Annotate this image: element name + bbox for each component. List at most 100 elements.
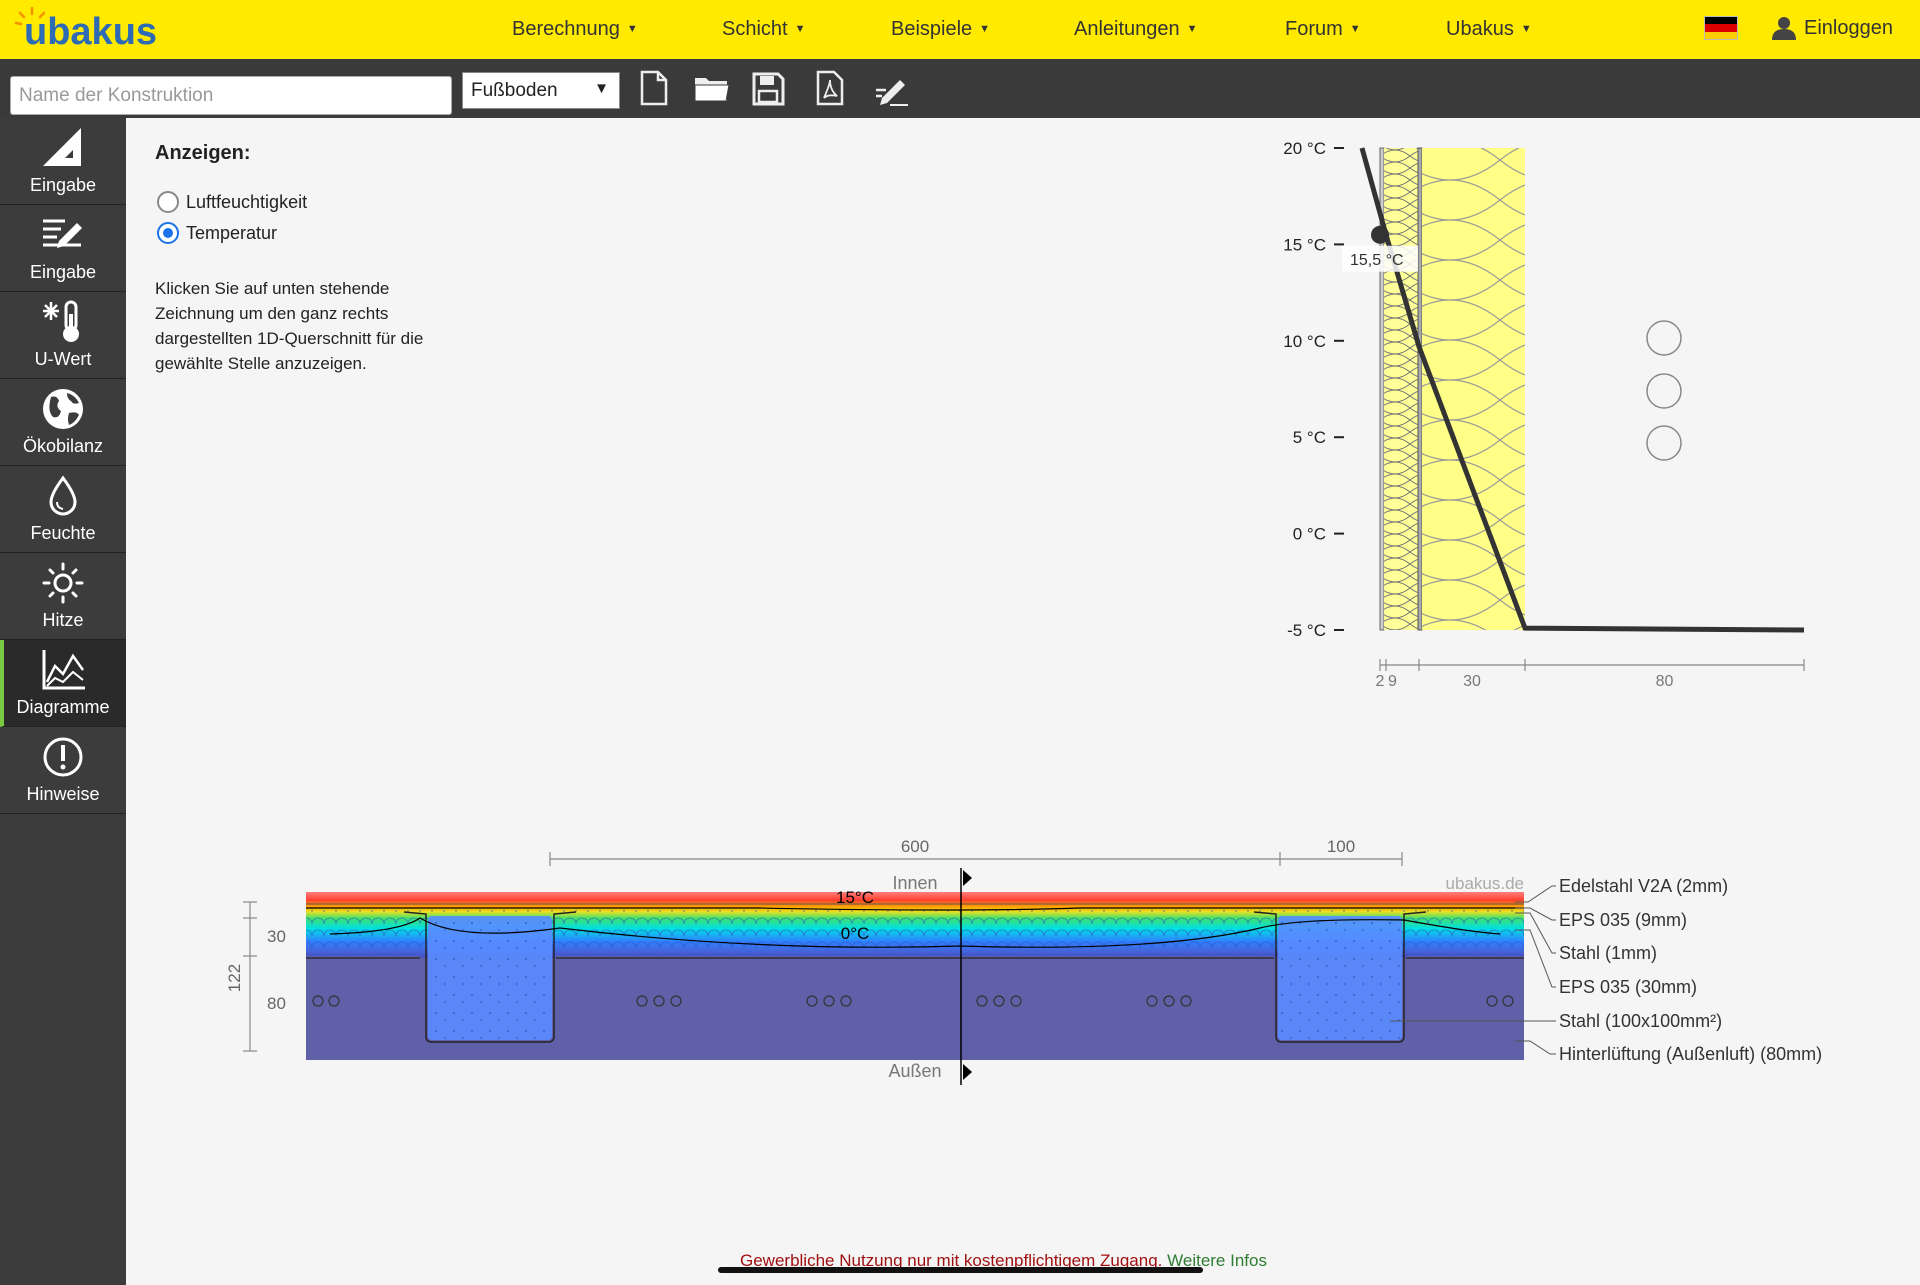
new-file-icon[interactable]: [636, 70, 672, 108]
zoom-button-2[interactable]: [1646, 373, 1682, 409]
layer-thickness-label: 9: [1388, 673, 1397, 690]
edit-icon[interactable]: [872, 70, 912, 108]
sidebar-item-label: Hinweise: [26, 784, 100, 804]
radio-label: Luftfeuchtigkeit: [186, 191, 308, 212]
section-cursor-bottom-handle[interactable]: [963, 1064, 972, 1080]
caret-down-icon: ▼: [1520, 23, 1532, 35]
user-icon: [1772, 17, 1796, 40]
sidebar-item-u-wert[interactable]: U-Wert: [0, 292, 126, 379]
sidebar-item-label: Feuchte: [30, 523, 96, 543]
steel-beam-right-texture: [1278, 916, 1402, 1040]
pdf-icon[interactable]: [812, 70, 848, 108]
section-cursor-top-handle[interactable]: [963, 870, 972, 886]
nav-schicht[interactable]: Schicht ▼: [722, 18, 805, 41]
dimension-100: 100: [1327, 837, 1355, 856]
sidebar-item-hitze[interactable]: Hitze: [0, 553, 126, 640]
droplet-icon: [49, 475, 77, 516]
logo-text: ubakus: [24, 11, 157, 53]
login-label: Einloggen: [1804, 16, 1893, 39]
nav-forum[interactable]: Forum ▼: [1285, 18, 1361, 41]
chevron-down-icon: ▼: [594, 80, 609, 97]
y-tick-label: 5 °C: [1293, 428, 1326, 447]
sidebar-item-label: Ökobilanz: [22, 436, 104, 456]
thermometer-snowflake-icon: [43, 300, 79, 342]
nav-anleitungen[interactable]: Anleitungen ▼: [1074, 18, 1198, 41]
open-folder-icon[interactable]: [692, 70, 732, 108]
radio-button[interactable]: [157, 191, 179, 213]
top-navigation-bar: ubakus Berechnung ▼ Schicht ▼ Beispiele ▼ A…: [0, 0, 1920, 59]
radio-temperatur[interactable]: Temperatur: [157, 222, 277, 244]
layer-thickness-label: 30: [1463, 673, 1481, 690]
sidebar-item-hinweise[interactable]: Hinweise: [0, 727, 126, 814]
steel-beam-left-texture: [428, 916, 552, 1040]
layer-thickness-label: 2: [1376, 673, 1385, 690]
zoom-button-1[interactable]: [1646, 320, 1682, 356]
isotherm-15-label: 15°C: [836, 888, 874, 907]
y-tick-label: 15 °C: [1283, 235, 1326, 254]
exclamation-icon: [43, 737, 83, 777]
y-tick-label: 0 °C: [1293, 525, 1326, 544]
layer-label-eps-30mm[interactable]: EPS 035 (30mm): [1559, 977, 1697, 997]
caret-down-icon: ▼: [979, 23, 991, 35]
y-tick-label: 20 °C: [1283, 139, 1326, 158]
dimension-600: 600: [901, 837, 929, 856]
layer-eps-9mm-hatch: [1384, 148, 1418, 630]
globe-icon: [43, 389, 83, 429]
sidebar-item-oekobilanz[interactable]: Ökobilanz: [0, 379, 126, 466]
sidebar-item-label: Eingabe: [29, 175, 97, 195]
dimension-30: 30: [267, 927, 286, 946]
sidebar-item-feuchte[interactable]: Feuchte: [0, 466, 126, 553]
outside-label: Außen: [888, 1061, 941, 1081]
home-indicator-bar: [718, 1267, 1203, 1273]
display-options-title: Anzeigen:: [155, 142, 251, 164]
layer-edit-icon: [43, 219, 82, 248]
radio-luftfeuchtigkeit[interactable]: Luftfeuchtigkeit: [157, 191, 307, 213]
isotherm-0-label: 0°C: [841, 924, 870, 943]
sidebar-item-label: Hitze: [42, 610, 84, 630]
construction-name-input[interactable]: [10, 76, 452, 115]
y-axis-ticks: 20 °C 15 °C 10 °C 5 °C 0 °C -5 °C: [1283, 139, 1344, 640]
nav-ubakus[interactable]: Ubakus ▼: [1446, 18, 1532, 41]
german-flag-icon[interactable]: [1704, 16, 1738, 40]
zoom-button-3[interactable]: [1646, 425, 1682, 461]
layer-steel-1mm: [1417, 147, 1423, 631]
temperature-marker[interactable]: [1371, 225, 1389, 244]
caret-down-icon: ▼: [794, 23, 806, 35]
sidebar-item-label: U-Wert: [34, 349, 92, 369]
y-tick-label: -5 °C: [1287, 621, 1326, 640]
layer-label-hinterlueftung[interactable]: Hinterlüftung (Außenluft) (80mm): [1559, 1044, 1822, 1064]
sidebar-item-label: Diagramme: [16, 697, 110, 717]
caret-down-icon: ▼: [626, 23, 638, 35]
dimension-80: 80: [267, 994, 286, 1013]
layer-label-stahl-1mm[interactable]: Stahl (1mm): [1559, 943, 1657, 963]
watermark: ubakus.de: [1446, 874, 1524, 893]
sidebar: Eingabe Eingabe U-Wert Ökobilanz Feuchte…: [0, 118, 126, 1285]
layer-thickness-label: 80: [1656, 673, 1674, 690]
construction-type-select[interactable]: Fußboden ▼: [462, 72, 620, 109]
left-dimension-lines: [243, 901, 257, 1052]
chart-icon: [42, 650, 85, 690]
login-button[interactable]: Einloggen: [1772, 16, 1893, 40]
layer-label-stahl-profile[interactable]: Stahl (100x100mm²): [1559, 1011, 1722, 1031]
ubakus-logo[interactable]: ubakus: [10, 4, 190, 54]
caret-down-icon: ▼: [1349, 23, 1361, 35]
layer-label-edelstahl[interactable]: Edelstahl V2A (2mm): [1559, 876, 1728, 896]
sun-icon: [42, 562, 84, 604]
save-icon[interactable]: [750, 70, 786, 108]
sidebar-item-eingabe-1[interactable]: Eingabe: [0, 118, 126, 205]
temperature-profile-chart[interactable]: 20 °C 15 °C 10 °C 5 °C 0 °C -5 °C 2 9 30 80 15,5…: [1270, 130, 1830, 690]
sidebar-item-label: Eingabe: [29, 262, 97, 282]
sidebar-item-eingabe-2[interactable]: Eingabe: [0, 205, 126, 292]
inside-label: Innen: [892, 873, 937, 893]
sidebar-item-diagramme[interactable]: Diagramme: [0, 640, 126, 727]
nav-beispiele[interactable]: Beispiele ▼: [891, 18, 990, 41]
dimension-122: 122: [225, 964, 244, 992]
layer-label-eps-9mm[interactable]: EPS 035 (9mm): [1559, 910, 1687, 930]
marker-label: 15,5 °C: [1350, 252, 1404, 269]
radio-button-checked[interactable]: [157, 222, 179, 244]
caret-down-icon: ▼: [1186, 23, 1198, 35]
cross-section-drawing[interactable]: 600 100 30 80 122 Innen Außen 15°C 0°C u…: [200, 820, 1880, 1090]
y-tick-label: 10 °C: [1283, 332, 1326, 351]
nav-berechnung[interactable]: Berechnung ▼: [512, 18, 638, 41]
drafting-triangle-icon: [43, 128, 81, 166]
